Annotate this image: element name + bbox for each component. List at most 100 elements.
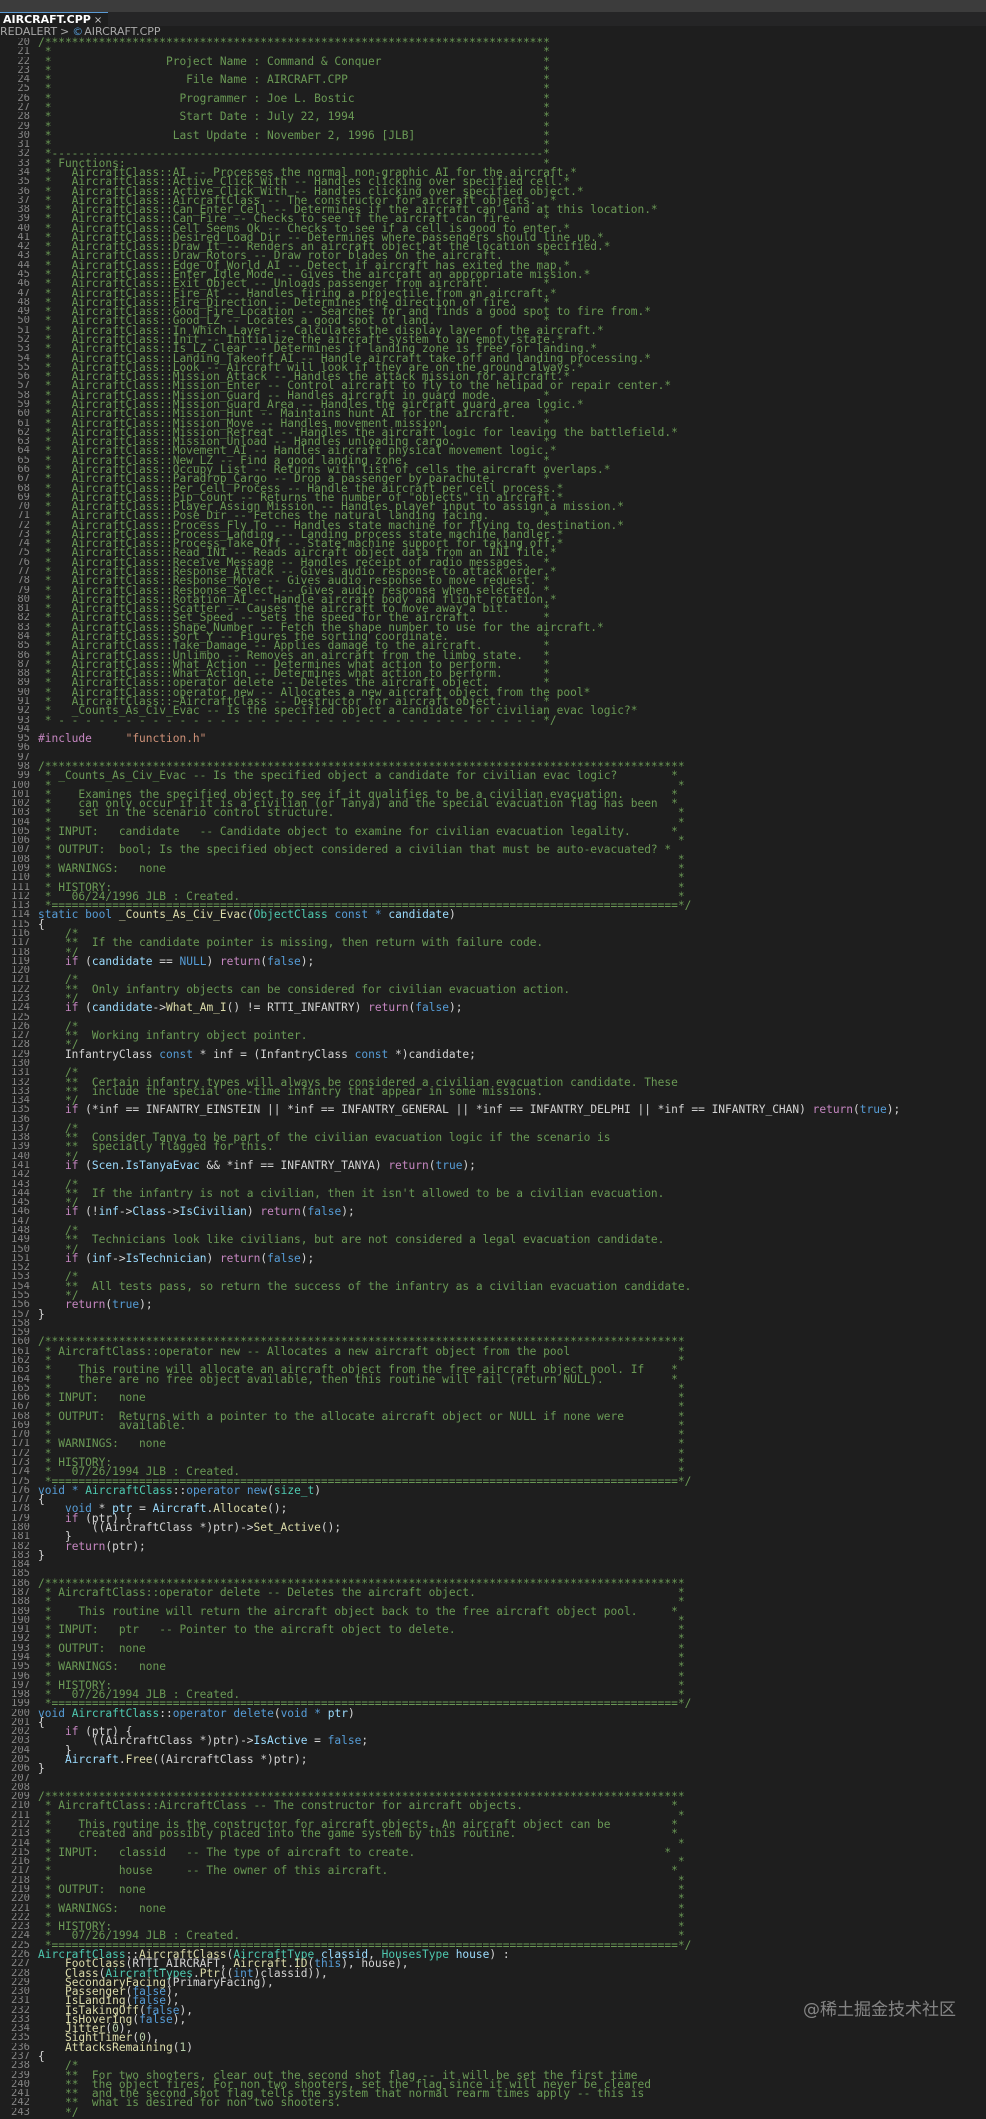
line-number: 145 — [11, 1198, 30, 1208]
line-number: 112 — [11, 891, 30, 902]
code-line[interactable]: if (*inf == INFANTRY_EINSTEIN || *inf ==… — [38, 1103, 986, 1117]
code-token: * — [314, 1706, 322, 1720]
code-token: Class — [132, 1205, 167, 1219]
code-line[interactable]: ** include the special one-time infantry… — [38, 1084, 986, 1098]
code-line[interactable]: ** If the candidate pointer is missing, … — [38, 937, 986, 948]
line-number: 75 — [17, 548, 30, 558]
line-number: 122 — [11, 984, 30, 994]
code-line[interactable]: ** Technicians look like civilians, but … — [38, 1234, 986, 1245]
line-number: 229 — [11, 1977, 30, 1988]
line-number: 220 — [11, 1894, 30, 1904]
line-number: 70 — [17, 502, 30, 512]
line-number: 65 — [17, 455, 30, 465]
code-line[interactable] — [38, 1319, 986, 1328]
code-line[interactable]: ** Only infantry objects can be consider… — [38, 984, 986, 995]
line-number: 121 — [11, 975, 30, 985]
line-number: 26 — [17, 93, 30, 103]
code-line[interactable] — [38, 1560, 986, 1569]
line-number: 81 — [17, 604, 30, 614]
code-token: ); — [886, 1103, 901, 1117]
code-line[interactable]: } — [38, 1308, 986, 1319]
line-number: 79 — [17, 585, 30, 595]
line-number: 84 — [17, 632, 30, 642]
code-editor[interactable]: 20 21 22 23 24 25 26 27 28 29 30 31 32 33 34 35 36 37 38 39… — [0, 37, 986, 2118]
code-line[interactable]: ** If the infantry is not a civilian, th… — [38, 1188, 986, 1199]
line-number: 142 — [11, 1170, 30, 1180]
line-number: 47 — [17, 288, 30, 298]
line-number: 174 — [11, 1467, 30, 1477]
code-line[interactable]: } — [38, 1548, 986, 1562]
line-number: 118 — [11, 947, 30, 957]
code-line[interactable]: void * ptr = Aircraft.Allocate(); — [38, 1503, 986, 1514]
code-token: false — [307, 1205, 342, 1219]
code-token: */ — [64, 2105, 79, 2119]
line-number: 117 — [11, 938, 30, 948]
code-token: size_t — [273, 1483, 315, 1497]
line-number: 176 — [11, 1485, 30, 1496]
line-number: 163 — [11, 1365, 30, 1375]
code-line[interactable]: return(ptr); — [38, 1540, 986, 1551]
code-line[interactable]: AttacksRemaining(1) — [38, 2042, 986, 2053]
code-token: && *inf == INFANTRY_TANYA) — [199, 1159, 389, 1173]
code-token: ), house), — [341, 1957, 409, 1971]
code-area[interactable]: /***************************************… — [38, 37, 986, 2119]
code-token: ( — [78, 1251, 92, 1265]
code-token: (*inf == INFANTRY_EINSTEIN || *inf == IN… — [78, 1103, 813, 1117]
code-line[interactable]: if (candidate == NULL) return(false); — [38, 955, 986, 968]
line-number: 59 — [17, 399, 30, 410]
line-number: 148 — [11, 1226, 30, 1236]
code-line[interactable] — [38, 1774, 986, 1783]
line-number: 209 — [11, 1792, 30, 1802]
line-number: 206 — [11, 1764, 30, 1774]
tab-aircraft-cpp[interactable]: AIRCRAFT.CPP × — [0, 12, 109, 26]
line-number: 217 — [11, 1866, 30, 1876]
line-number: 190 — [11, 1615, 30, 1626]
code-line[interactable]: if (candidate->What_Am_I() != RTTI_INFAN… — [38, 1001, 986, 1015]
code-line[interactable]: if (inf->IsTechnician) return(false); — [38, 1251, 986, 1265]
code-token: ) — [449, 908, 456, 922]
line-number: 53 — [17, 344, 30, 354]
line-number: 22 — [17, 56, 30, 66]
line-number: 138 — [11, 1133, 30, 1143]
code-token: Scen — [91, 1159, 119, 1173]
code-line[interactable]: if (Scen.IsTanyaEvac && *inf == INFANTRY… — [38, 1159, 986, 1173]
code-line[interactable]: ** Working infantry object pointer. — [38, 1030, 986, 1041]
code-token: ) — [314, 1483, 322, 1497]
code-token: if — [64, 1205, 79, 1219]
line-number: 23 — [17, 65, 30, 76]
line-number: 212 — [11, 1820, 30, 1830]
line-number: 86 — [17, 650, 30, 660]
code-line[interactable]: ** All tests pass, so return the success… — [38, 1281, 986, 1292]
line-number: 204 — [11, 1745, 30, 1756]
code-line[interactable]: * - - - - - - - - - - - - - - - - - - - … — [38, 714, 986, 725]
code-line[interactable]: if (!inf->Class->IsCivilian) return(fals… — [38, 1205, 986, 1219]
line-number: 33 — [17, 158, 30, 168]
line-number: 188 — [11, 1597, 30, 1607]
code-line[interactable]: #include "function.h" — [38, 733, 986, 744]
code-token: IsActive — [253, 1734, 308, 1748]
code-token: (PrimaryFacing), — [166, 1975, 274, 1989]
code-token: ** include the special one-time infantry… — [64, 1084, 544, 1098]
line-number: 28 — [17, 112, 30, 122]
code-line[interactable]: SecondaryFacing(PrimaryFacing), — [38, 1975, 986, 1989]
code-token: } — [38, 1548, 45, 1562]
line-number: 134 — [11, 1096, 30, 1106]
line-number: 159 — [11, 1328, 30, 1338]
code-token: ( — [853, 1103, 860, 1117]
code-line[interactable]: return(true); — [38, 1299, 986, 1310]
code-token: ( — [300, 1205, 308, 1219]
code-line[interactable]: InfantryClass const * inf = (InfantryCla… — [38, 1049, 986, 1060]
line-number: 50 — [17, 316, 30, 326]
code-line[interactable]: ((AircraftClass *)ptr)->IsActive = false… — [38, 1734, 986, 1748]
code-token: if — [64, 1251, 79, 1265]
code-line[interactable]: Aircraft.Free((AircraftClass *)ptr); — [38, 1754, 986, 1765]
code-line[interactable]: ((AircraftClass *)ptr)->Set_Active(); — [38, 1522, 986, 1533]
code-token: (! — [78, 1205, 99, 1219]
line-number: 71 — [17, 511, 30, 521]
line-number: 150 — [11, 1244, 30, 1254]
code-token: () != RTTI_INFANTRY) — [226, 1001, 369, 1015]
line-number: 54 — [17, 353, 30, 363]
